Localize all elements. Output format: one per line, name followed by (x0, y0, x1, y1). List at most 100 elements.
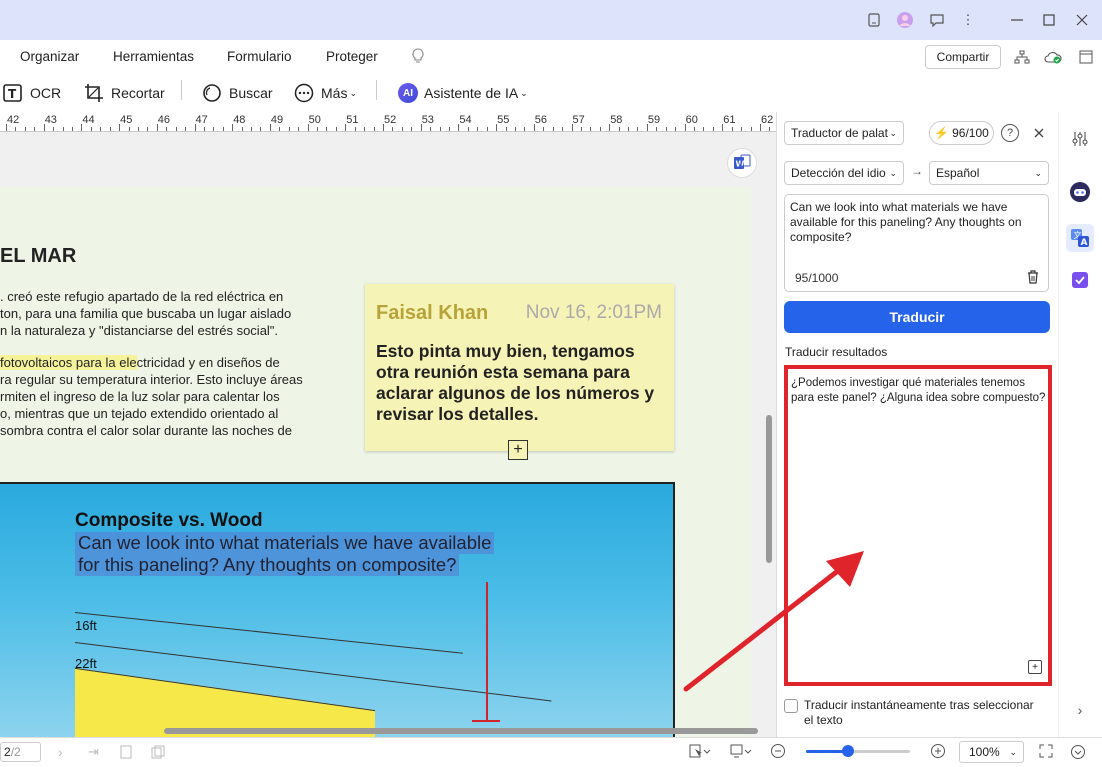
horizontal-scrollbar[interactable] (164, 728, 758, 734)
ruler-tick (100, 127, 102, 131)
last-page-icon[interactable]: ⇥ (88, 744, 99, 760)
minimize-icon[interactable] (1007, 10, 1027, 30)
more-button[interactable]: Más ⌄ (293, 80, 357, 106)
ruler-tick (420, 124, 422, 131)
network-icon[interactable] (1012, 47, 1032, 67)
ruler-tick (279, 127, 281, 131)
ruler-tick (317, 127, 319, 131)
ruler-number: 60 (685, 114, 698, 126)
annotation-arrow (683, 551, 864, 692)
device-icon[interactable] (864, 10, 884, 30)
page-copy-icon[interactable] (151, 745, 165, 762)
page-view-icon[interactable] (119, 745, 133, 762)
lightning-icon: ⚡ (934, 126, 950, 140)
document-canvas[interactable]: EL MAR . creó este refugio apartado de l… (0, 132, 776, 737)
tool-selector-value: Traductor de palat (791, 126, 888, 140)
ruler-tick (599, 127, 601, 131)
ai-robot-icon[interactable] (1068, 180, 1092, 204)
cursor-select-icon[interactable] (689, 744, 711, 761)
menu-organizar[interactable]: Organizar (20, 49, 79, 64)
ruler-tick (43, 124, 45, 131)
source-text[interactable]: Can we look into what materials we have … (790, 200, 1040, 245)
menu-herramientas[interactable]: Herramientas (113, 49, 194, 64)
copy-icon[interactable]: + (1028, 660, 1042, 674)
selected-text[interactable]: Can we look into what materials we have … (75, 532, 495, 554)
ruler-tick (562, 127, 564, 131)
sticky-author: Faisal Khan (376, 302, 489, 324)
convert-to-word-button[interactable]: W (727, 148, 757, 178)
ruler-tick (241, 127, 243, 131)
zoom-select[interactable]: 100% ⌄ (959, 741, 1024, 763)
ruler-tick (524, 127, 526, 131)
ruler-number: 46 (157, 114, 171, 126)
menu-proteger[interactable]: Proteger (326, 49, 378, 64)
lightbulb-icon[interactable] (410, 47, 426, 68)
ruler-tick (467, 127, 469, 131)
ruler-tick (354, 127, 356, 131)
translate-button[interactable]: Traducir (784, 301, 1050, 333)
ruler-tick (194, 124, 196, 131)
ruler-tick (448, 127, 450, 131)
ruler-tick (392, 127, 394, 131)
avatar[interactable] (895, 10, 915, 30)
zoom-out-icon[interactable] (770, 743, 786, 762)
crop-icon (83, 82, 105, 104)
ruler-tick (656, 127, 658, 131)
comment-icon[interactable] (927, 10, 947, 30)
help-icon[interactable]: ? (1001, 124, 1019, 142)
panel-toggle-icon[interactable] (1076, 47, 1096, 67)
menu-formulario[interactable]: Formulario (227, 49, 292, 64)
close-panel-icon[interactable] (1030, 124, 1048, 142)
selected-text[interactable]: for this paneling? Any thoughts on compo… (75, 554, 460, 576)
task-check-icon[interactable] (1068, 268, 1092, 292)
source-text-box[interactable]: Can we look into what materials we have … (784, 194, 1049, 292)
chevron-down-icon: ⌄ (889, 127, 897, 138)
source-language-select[interactable]: Detección del idio ⌄ (784, 161, 904, 185)
target-language-select[interactable]: Español ⌄ (929, 161, 1049, 185)
ruler-tick (90, 127, 92, 131)
translation-result[interactable]: ¿Podemos investigar qué materiales tenem… (791, 376, 1049, 406)
vertical-scrollbar[interactable] (766, 415, 772, 563)
instant-translate-checkbox[interactable] (784, 699, 798, 713)
maximize-icon[interactable] (1039, 10, 1059, 30)
add-note-icon[interactable]: + (508, 440, 528, 460)
toolbar: T OCR Recortar Buscar Más ⌄ AI Asistente… (0, 74, 776, 112)
chevron-right-icon[interactable]: › (1068, 698, 1092, 722)
toolbar-divider (181, 80, 182, 100)
measure-tick (472, 720, 500, 722)
zoom-slider-handle[interactable] (841, 745, 854, 757)
zoom-in-icon[interactable] (930, 743, 946, 762)
ruler-tick (514, 127, 516, 131)
crop-button[interactable]: Recortar (83, 80, 165, 106)
close-window-icon[interactable] (1072, 10, 1092, 30)
ruler-tick (147, 127, 149, 131)
page-number-input[interactable]: 2 /2 (0, 742, 41, 762)
share-button[interactable]: Compartir (925, 45, 1001, 69)
ai-icon: AI (398, 83, 418, 103)
fit-screen-icon[interactable] (1039, 744, 1053, 761)
ruler-tick (260, 127, 262, 131)
dimension-label: 16ft (75, 618, 97, 633)
sticky-note[interactable]: Faisal Khan Nov 16, 2:01PM Esto pinta mu… (365, 284, 674, 451)
scroll-down-icon[interactable] (1070, 744, 1086, 763)
ruler-tick (477, 127, 479, 131)
cloud-sync-icon[interactable] (1043, 47, 1063, 67)
ocr-icon: T (2, 82, 24, 104)
trash-icon[interactable] (1026, 269, 1040, 287)
ruler-tick (71, 127, 73, 131)
ocr-button[interactable]: T OCR (2, 80, 61, 106)
tool-selector[interactable]: Traductor de palat ⌄ (784, 121, 904, 145)
layout-icon[interactable] (730, 744, 752, 761)
credits-value: 96/100 (952, 126, 989, 140)
next-page-icon[interactable]: › (58, 744, 63, 760)
more-vertical-icon[interactable]: ⋮ (958, 10, 978, 30)
translate-icon[interactable]: 文A (1066, 224, 1094, 252)
ai-assistant-button[interactable]: AI Asistente de IA ⌄ (398, 80, 528, 106)
settings-sliders-icon[interactable] (1068, 127, 1092, 151)
search-button[interactable]: Buscar (201, 80, 273, 106)
total-pages: /2 (10, 745, 21, 759)
ruler-tick (401, 127, 403, 131)
credits-badge[interactable]: ⚡ 96/100 (929, 121, 994, 145)
chevron-down-icon: ⌄ (889, 167, 897, 178)
highlighted-text[interactable]: fotovoltaicos para la ele (0, 355, 137, 370)
